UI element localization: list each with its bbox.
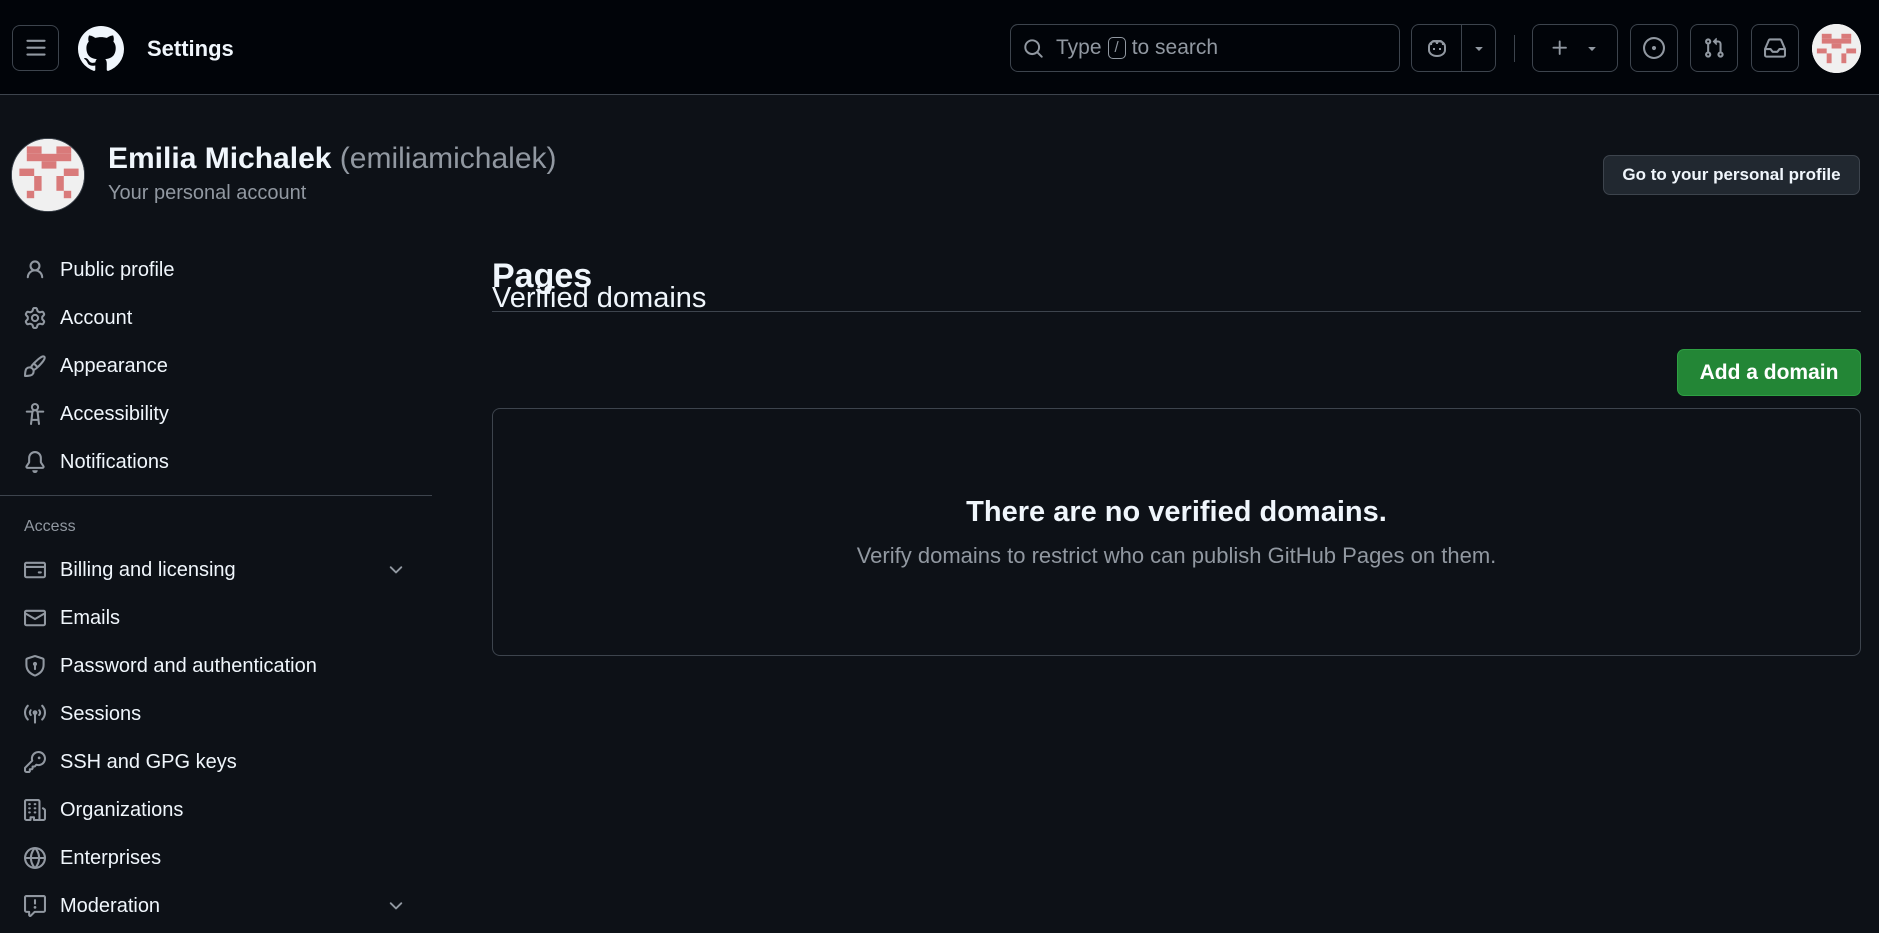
copilot-button-group [1411,24,1496,72]
triangle-down-icon [1588,47,1596,51]
sidebar-item-accessibility[interactable]: Accessibility [0,390,432,438]
go-to-profile-button[interactable]: Go to your personal profile [1603,155,1860,195]
key-icon [24,751,46,773]
empty-state-box: There are no verified domains. Verify do… [492,408,1861,656]
mail-icon [24,609,46,627]
shield-lock-icon [25,655,45,677]
open-menu-button[interactable] [12,25,59,71]
sidebar-item-label: Accessibility [60,402,169,425]
sidebar-item-emails[interactable]: Emails [0,594,432,642]
sidebar-item-label: Enterprises [60,846,162,869]
header-divider [1514,35,1515,62]
sidebar-divider [0,495,432,496]
search-icon [1024,38,1043,58]
sidebar-item-notifications[interactable]: Notifications [0,438,432,486]
empty-state-title: There are no verified domains. [966,495,1387,528]
your-pull-requests-button[interactable] [1690,24,1738,72]
gear-icon [24,307,46,329]
copilot-icon [1427,39,1446,58]
sidebar-item-organizations[interactable]: Organizations [0,786,432,834]
globe-icon [24,847,46,869]
add-domain-button[interactable]: Add a domain [1677,349,1861,396]
profile-handle: (emiliamichalek) [339,142,557,175]
profile-subtitle: Your personal account [108,182,307,204]
broadcast-icon [24,704,46,724]
sidebar-item-label: Billing and licensing [60,558,236,581]
git-pull-request-icon [1705,37,1724,58]
sidebar-item-label: Password and authentication [60,654,317,677]
accessibility-icon [25,403,45,425]
search-input[interactable]: Type / to search [1010,24,1400,72]
search-placeholder-prefix: Type [1056,36,1102,59]
issue-opened-icon [1643,37,1665,59]
sidebar-item-account[interactable]: Account [0,294,432,342]
organization-icon [24,799,46,821]
paintbrush-icon [24,355,46,377]
notifications-inbox-button[interactable] [1751,24,1799,72]
search-shortcut-key: / [1107,37,1126,59]
sidebar-item-label: Account [60,306,133,329]
sidebar-item-label: Moderation [60,894,161,917]
identicon-avatar [1812,24,1861,73]
plus-icon [1552,40,1567,55]
chevron-down-icon[interactable] [386,560,406,580]
your-issues-button[interactable] [1630,24,1678,72]
settings-sidebar: Public profile Account Appearance Access… [0,246,432,930]
triangle-down-icon [1474,47,1483,51]
person-icon [26,260,44,279]
identicon-avatar [12,139,84,211]
main-content: Pages Verified domains Add a domain Ther… [492,246,1861,656]
hamburger-icon [25,39,46,56]
sidebar-item-sessions[interactable]: Sessions [0,690,432,738]
sidebar-item-billing[interactable]: Billing and licensing [0,546,432,594]
sidebar-item-moderation[interactable]: Moderation [0,882,432,930]
sidebar-item-password-authentication[interactable]: Password and authentication [0,642,432,690]
profile-avatar [11,138,85,212]
sidebar-section-heading-access: Access [24,518,76,535]
inbox-icon [1764,38,1786,58]
copilot-menu-button[interactable] [1461,25,1495,71]
sidebar-item-label: Organizations [60,798,184,821]
profile-name: Emilia Michalek (emiliamichalek) [108,142,557,176]
bell-icon [25,451,45,473]
chevron-down-icon[interactable] [386,896,406,916]
context-title[interactable]: Settings [147,36,234,62]
profile-display-name: Emilia Michalek [108,142,332,175]
sidebar-item-label: SSH and GPG keys [60,750,237,773]
credit-card-icon [24,561,46,579]
sidebar-item-label: Notifications [60,450,169,473]
create-new-button[interactable] [1532,24,1618,72]
github-logo-icon[interactable] [78,26,124,72]
report-icon [24,895,46,917]
sidebar-item-label: Emails [60,606,121,629]
top-navigation-bar: Settings Type / to search [0,0,1879,95]
sidebar-item-label: Appearance [60,354,168,377]
search-placeholder-suffix: to search [1131,36,1219,59]
section-title-verified-domains: Verified domains [492,282,707,314]
empty-state-description: Verify domains to restrict who can publi… [856,542,1497,568]
sidebar-item-label: Public profile [60,258,175,281]
sidebar-item-enterprises[interactable]: Enterprises [0,834,432,882]
sidebar-item-public-profile[interactable]: Public profile [0,246,432,294]
sidebar-item-appearance[interactable]: Appearance [0,342,432,390]
user-avatar-button[interactable] [1812,24,1861,73]
copilot-button[interactable] [1412,25,1461,71]
sidebar-item-label: Sessions [60,702,142,725]
sidebar-item-ssh-gpg-keys[interactable]: SSH and GPG keys [0,738,432,786]
